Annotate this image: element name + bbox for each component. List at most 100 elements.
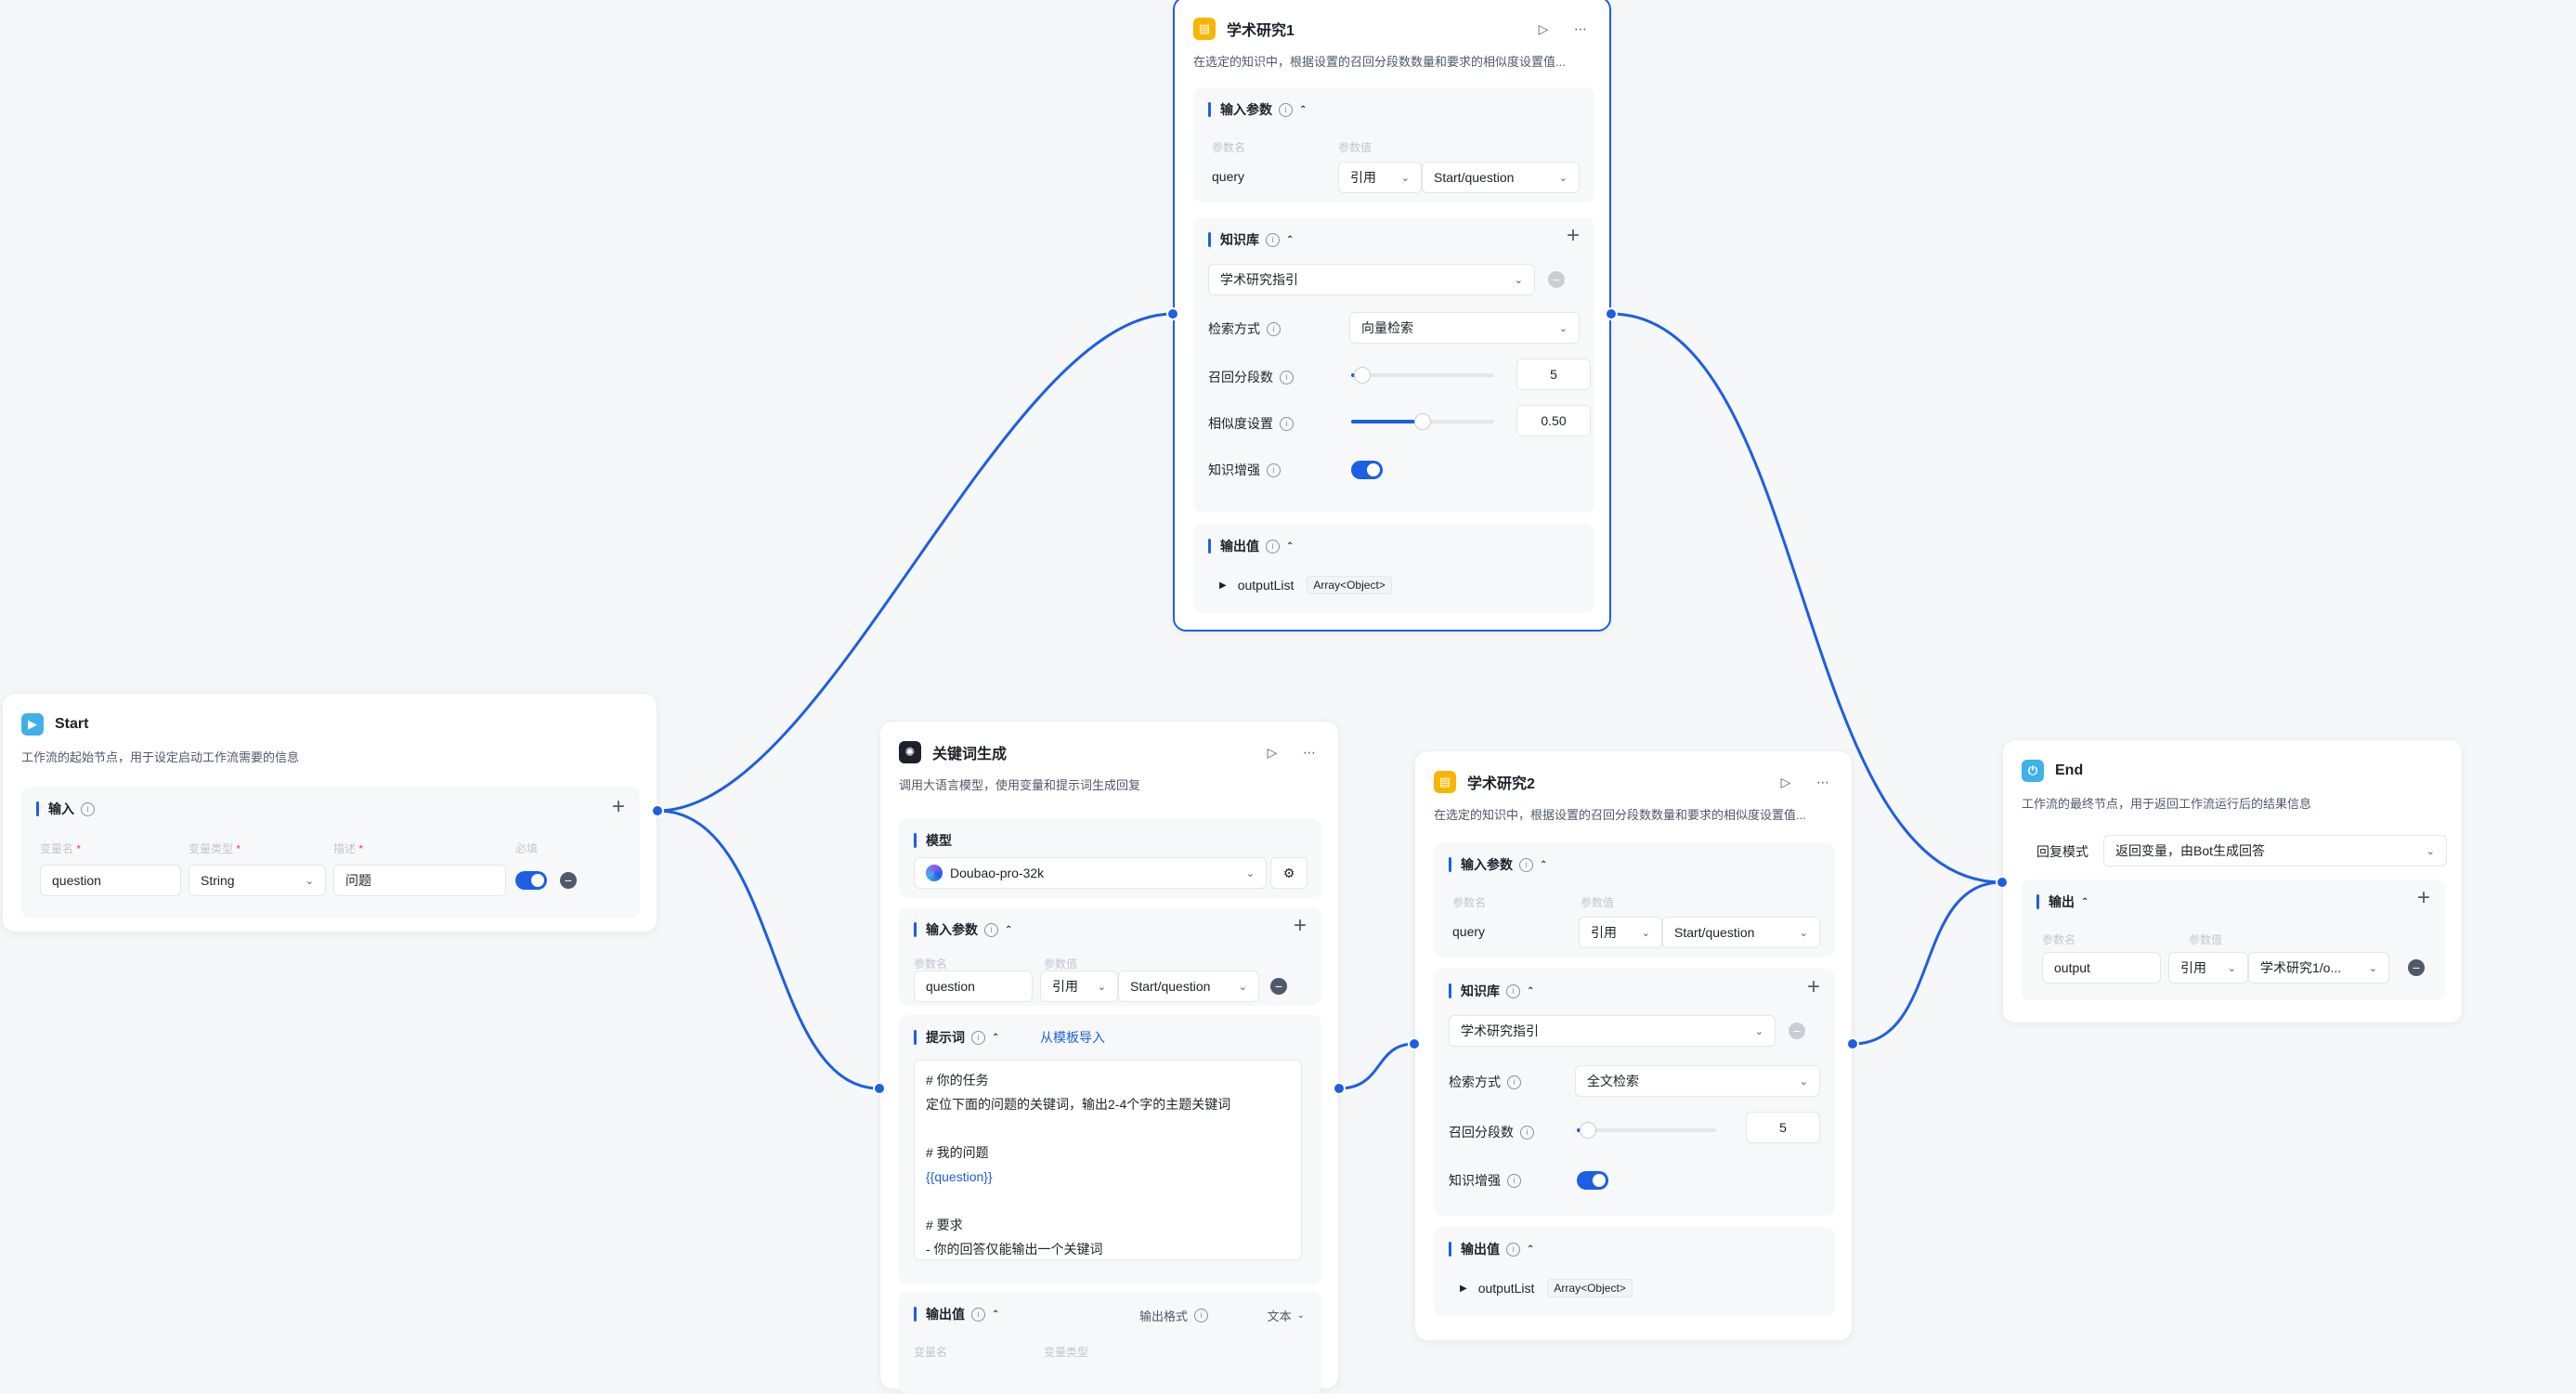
param-name-input[interactable]: question: [914, 971, 1033, 1002]
model-settings-button[interactable]: ⚙: [1270, 857, 1308, 889]
run-icon[interactable]: ▷: [1776, 772, 1796, 792]
recall-input[interactable]: 5: [1746, 1112, 1820, 1143]
ref-type-select[interactable]: 引用 ⌄: [1338, 162, 1422, 193]
more-icon[interactable]: ⋯: [1299, 742, 1320, 762]
add-knowledge-button[interactable]: +: [1807, 976, 1820, 998]
recall-slider[interactable]: [1577, 1122, 1716, 1139]
collapse-icon[interactable]: ⌃: [1005, 925, 1012, 935]
variable-name-input[interactable]: question: [40, 865, 181, 896]
knowledge-select[interactable]: 学术研究指引 ⌄: [1449, 1015, 1776, 1047]
collapse-icon[interactable]: ⌃: [2081, 897, 2088, 907]
remove-knowledge-button[interactable]: −: [1789, 1023, 1805, 1039]
section-title: 知识库: [1220, 232, 1259, 247]
info-icon[interactable]: i: [971, 1030, 985, 1045]
end-node[interactable]: ⏻ End 工作流的最终节点，用于返回工作流运行后的结果信息 回复模式 返回变量…: [2002, 739, 2463, 1023]
variable-type-select[interactable]: String ⌄: [189, 865, 326, 896]
reply-mode-select[interactable]: 返回变量，由Bot生成回答 ⌄: [2103, 835, 2447, 866]
info-icon[interactable]: i: [1519, 857, 1533, 872]
ks1-input-port[interactable]: [1166, 307, 1179, 320]
end-input-port[interactable]: [1996, 876, 2009, 889]
info-icon[interactable]: i: [1266, 232, 1280, 247]
chevron-down-icon: ⌄: [1097, 981, 1106, 993]
collapse-icon[interactable]: ⌃: [992, 1309, 999, 1320]
ref-type-select[interactable]: 引用 ⌄: [2168, 952, 2248, 984]
ks2-output-port[interactable]: [1846, 1037, 1859, 1050]
info-icon[interactable]: i: [1280, 370, 1294, 384]
param-value-select[interactable]: Start/question ⌄: [1422, 162, 1580, 193]
ref-type-select[interactable]: 引用 ⌄: [1040, 971, 1118, 1002]
info-icon[interactable]: i: [1520, 1125, 1534, 1140]
expand-icon[interactable]: ▶: [1219, 580, 1227, 591]
remove-knowledge-button[interactable]: −: [1548, 271, 1565, 288]
add-param-button[interactable]: +: [1294, 915, 1307, 937]
collapse-icon[interactable]: ⌃: [992, 1033, 999, 1043]
info-icon[interactable]: i: [1267, 462, 1281, 477]
output-value-select[interactable]: 学术研究1/o... ⌄: [2248, 952, 2389, 984]
collapse-icon[interactable]: ⌃: [1527, 1244, 1534, 1255]
start-node[interactable]: ▶ Start 工作流的起始节点，用于设定启动工作流需要的信息 输入 i + 变量…: [2, 693, 657, 932]
knowledge-node-1[interactable]: ▤ 学术研究1 ▷ ⋯ 在选定的知识中，根据设置的召回分段数数量和要求的相似度设…: [1173, 0, 1611, 632]
output-format-select[interactable]: 文本 ⌄: [1268, 1307, 1305, 1324]
info-icon[interactable]: i: [1267, 321, 1281, 336]
similarity-slider[interactable]: [1351, 413, 1494, 430]
chevron-down-icon: ⌄: [2368, 962, 2377, 974]
start-output-port[interactable]: [651, 804, 664, 817]
remove-output-button[interactable]: −: [2408, 959, 2425, 976]
info-icon[interactable]: i: [984, 922, 998, 937]
model-select[interactable]: Doubao-pro-32k ⌄: [914, 857, 1267, 889]
llm-output-port[interactable]: [1333, 1082, 1346, 1095]
expand-icon[interactable]: ▶: [1460, 1283, 1467, 1294]
run-icon[interactable]: ▷: [1262, 742, 1282, 762]
search-mode-select[interactable]: 全文检索 ⌄: [1575, 1065, 1820, 1097]
collapse-icon[interactable]: ⌃: [1299, 105, 1307, 115]
info-icon[interactable]: i: [971, 1307, 985, 1322]
llm-input-port[interactable]: [873, 1082, 886, 1095]
ref-type-select[interactable]: 引用 ⌄: [1579, 917, 1662, 948]
info-icon[interactable]: i: [1506, 984, 1520, 998]
output-name: outputList: [1237, 578, 1295, 593]
section-title: 输出: [2049, 894, 2075, 909]
output-section: 输出 ⌃ + 参数名 参数值 output 引用 ⌄ 学术研究1/o... ⌄ −: [2022, 879, 2445, 1000]
required-toggle[interactable]: [515, 871, 547, 890]
knowledge-select[interactable]: 学术研究指引 ⌄: [1208, 264, 1535, 295]
collapse-icon[interactable]: ⌃: [1286, 235, 1294, 245]
add-variable-button[interactable]: +: [612, 796, 625, 818]
info-icon[interactable]: i: [1507, 1075, 1521, 1089]
add-output-button[interactable]: +: [2417, 887, 2430, 909]
search-mode-select[interactable]: 向量检索 ⌄: [1349, 312, 1580, 344]
info-icon[interactable]: i: [1279, 102, 1293, 117]
remove-variable-button[interactable]: −: [560, 872, 577, 889]
enhance-toggle[interactable]: [1577, 1171, 1608, 1190]
remove-param-button[interactable]: −: [1270, 978, 1287, 995]
info-icon[interactable]: i: [1280, 416, 1294, 431]
prompt-textarea[interactable]: # 你的任务 定位下面的问题的关键词，输出2-4个字的主题关键词 # 我的问题 …: [914, 1060, 1302, 1260]
run-icon[interactable]: ▷: [1533, 19, 1554, 39]
recall-input[interactable]: 5: [1516, 358, 1591, 390]
llm-node[interactable]: ✺ 关键词生成 ▷ ⋯ 调用大语言模型，使用变量和提示词生成回复 模型 Doub…: [879, 721, 1339, 1394]
collapse-icon[interactable]: ⌃: [1527, 986, 1534, 997]
similarity-input[interactable]: 0.50: [1516, 405, 1591, 436]
collapse-icon[interactable]: ⌃: [1286, 541, 1294, 552]
more-icon[interactable]: ⋯: [1813, 772, 1833, 792]
more-icon[interactable]: ⋯: [1570, 19, 1591, 39]
variable-desc-input[interactable]: 问题: [333, 865, 506, 896]
recall-slider[interactable]: [1351, 367, 1494, 384]
info-icon[interactable]: i: [1506, 1242, 1520, 1257]
import-template-link[interactable]: 从模板导入: [1040, 1028, 1105, 1047]
section-title: 输入参数: [926, 922, 978, 937]
chevron-down-icon: ⌄: [1245, 867, 1255, 879]
info-icon[interactable]: i: [1194, 1309, 1208, 1322]
info-icon[interactable]: i: [81, 801, 95, 816]
output-name-input[interactable]: output: [2042, 952, 2161, 984]
ks1-output-port[interactable]: [1605, 307, 1618, 320]
info-icon[interactable]: i: [1266, 539, 1280, 554]
ks2-input-port[interactable]: [1408, 1037, 1421, 1050]
prompt-variable: {{question}}: [926, 1169, 993, 1184]
knowledge-node-2[interactable]: ▤ 学术研究2 ▷ ⋯ 在选定的知识中，根据设置的召回分段数数量和要求的相似度设…: [1414, 750, 1853, 1341]
enhance-toggle[interactable]: [1351, 461, 1383, 479]
add-knowledge-button[interactable]: +: [1567, 225, 1580, 247]
param-value-select[interactable]: Start/question ⌄: [1662, 917, 1820, 948]
collapse-icon[interactable]: ⌃: [1540, 860, 1547, 870]
param-value-select[interactable]: Start/question ⌄: [1118, 971, 1259, 1002]
info-icon[interactable]: i: [1507, 1173, 1521, 1188]
